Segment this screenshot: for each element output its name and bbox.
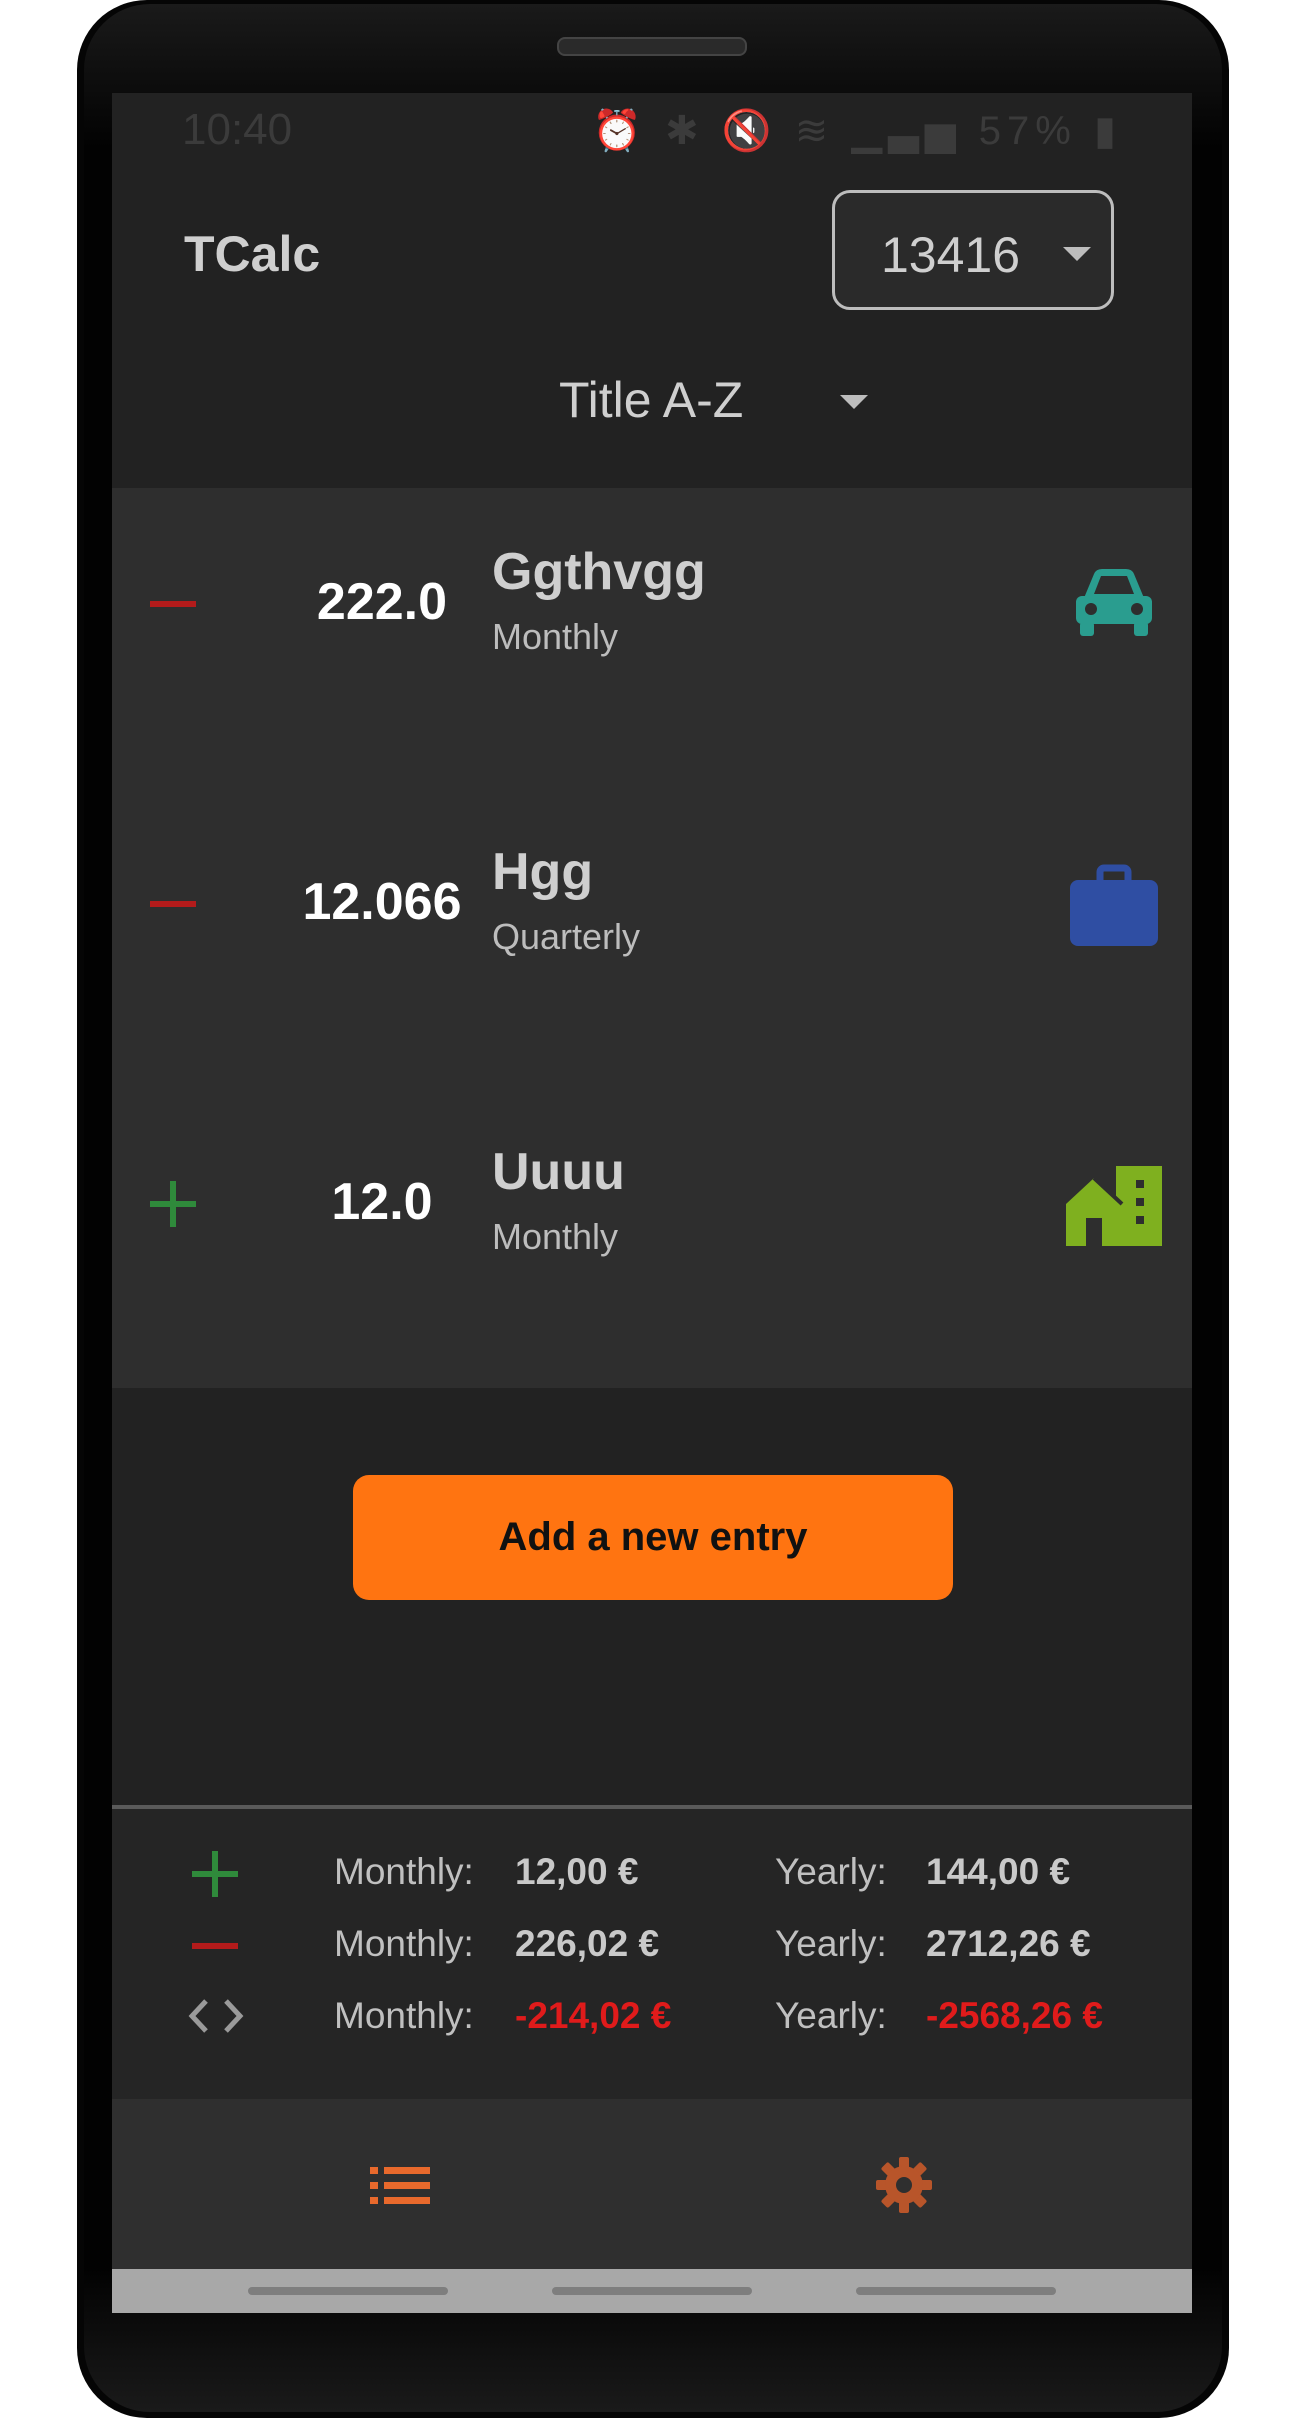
phone-speaker <box>557 37 747 56</box>
yearly-label: Yearly: <box>775 1851 887 1892</box>
monthly-value: -214,02 € <box>515 1995 672 2036</box>
bottom-navigation <box>112 2099 1192 2269</box>
alarm-icon: ⏰ <box>592 109 649 153</box>
battery-icon: ▮ <box>1093 109 1122 153</box>
yearly-label: Yearly: <box>775 1995 887 2036</box>
year-selector-value: 13416 <box>881 227 1021 283</box>
yearly-value: -2568,26 € <box>926 1995 1103 2036</box>
system-navigation-bar <box>112 2269 1192 2313</box>
entry-title: Uuuu <box>492 1143 625 1201</box>
monthly-value: 226,02 € <box>515 1923 660 1964</box>
year-selector[interactable]: 13416 <box>832 190 1114 310</box>
summary-row-income: Monthly: 12,00 € Yearly: 144,00 € <box>112 1851 1192 1911</box>
entry-title: Hgg <box>492 843 594 901</box>
entry-title: Ggthvgg <box>492 543 706 601</box>
monthly-label: Monthly: <box>334 1923 474 1964</box>
entry-frequency: Monthly <box>492 1216 619 1257</box>
entry-amount: 222.0 <box>316 573 448 631</box>
chevron-down-icon <box>840 395 868 409</box>
briefcase-icon <box>1064 856 1164 956</box>
mute-icon: 🔇 <box>721 109 778 153</box>
bluetooth-icon: ✱ <box>665 109 705 153</box>
signal-icon: ▁▃▅ <box>851 109 962 153</box>
app-screen: 10:40 ⏰ ✱ 🔇 ≋ ▁▃▅ 57% ▮ TCalc 13416 Titl… <box>112 93 1192 2313</box>
yearly-value: 2712,26 € <box>926 1923 1091 1964</box>
chevron-down-icon <box>1063 247 1091 261</box>
sort-label: Title A-Z <box>559 372 744 428</box>
list-item[interactable]: 12.066 Hgg Quarterly <box>112 788 1192 1088</box>
nav-home-button[interactable] <box>552 2287 752 2295</box>
code-brackets-icon <box>184 1993 248 2039</box>
status-bar: 10:40 ⏰ ✱ 🔇 ≋ ▁▃▅ 57% ▮ <box>112 93 1192 173</box>
nav-back-button[interactable] <box>856 2287 1056 2295</box>
yearly-value: 144,00 € <box>926 1851 1071 1892</box>
minus-icon <box>150 581 196 627</box>
summary-row-expense: Monthly: 226,02 € Yearly: 2712,26 € <box>112 1923 1192 1983</box>
monthly-value: 12,00 € <box>515 1851 639 1892</box>
list-icon[interactable] <box>370 2165 430 2207</box>
plus-icon <box>192 1851 238 1897</box>
summary-panel: Monthly: 12,00 € Yearly: 144,00 € Monthl… <box>112 1809 1192 2099</box>
wifi-icon: ≋ <box>794 109 835 153</box>
minus-icon <box>192 1923 238 1969</box>
app-title: TCalc <box>184 226 321 282</box>
monthly-label: Monthly: <box>334 1995 474 2036</box>
summary-row-balance: Monthly: -214,02 € Yearly: -2568,26 € <box>112 1995 1192 2055</box>
status-icons: ⏰ ✱ 🔇 ≋ ▁▃▅ 57% ▮ <box>592 107 1122 154</box>
entry-frequency: Quarterly <box>492 916 641 957</box>
list-item[interactable]: 222.0 Ggthvgg Monthly <box>112 488 1192 788</box>
minus-icon <box>150 881 196 927</box>
status-time: 10:40 <box>182 105 293 154</box>
monthly-label: Monthly: <box>334 1851 474 1892</box>
battery-percent: 57% <box>978 109 1077 153</box>
list-item[interactable]: 12.0 Uuuu Monthly <box>112 1088 1192 1388</box>
nav-recents-button[interactable] <box>248 2287 448 2295</box>
sort-dropdown[interactable]: Title A-Z <box>112 363 1192 443</box>
house-icon <box>1064 1156 1164 1256</box>
entries-list: 222.0 Ggthvgg Monthly 12.066 Hgg Quarter… <box>112 488 1192 1388</box>
plus-icon <box>150 1181 196 1227</box>
entry-amount: 12.066 <box>302 873 462 931</box>
add-entry-button[interactable]: Add a new entry <box>353 1475 953 1600</box>
yearly-label: Yearly: <box>775 1923 887 1964</box>
entry-amount: 12.0 <box>331 1173 433 1231</box>
car-icon <box>1064 556 1164 656</box>
entry-frequency: Monthly <box>492 616 619 657</box>
gear-icon[interactable] <box>874 2155 934 2215</box>
